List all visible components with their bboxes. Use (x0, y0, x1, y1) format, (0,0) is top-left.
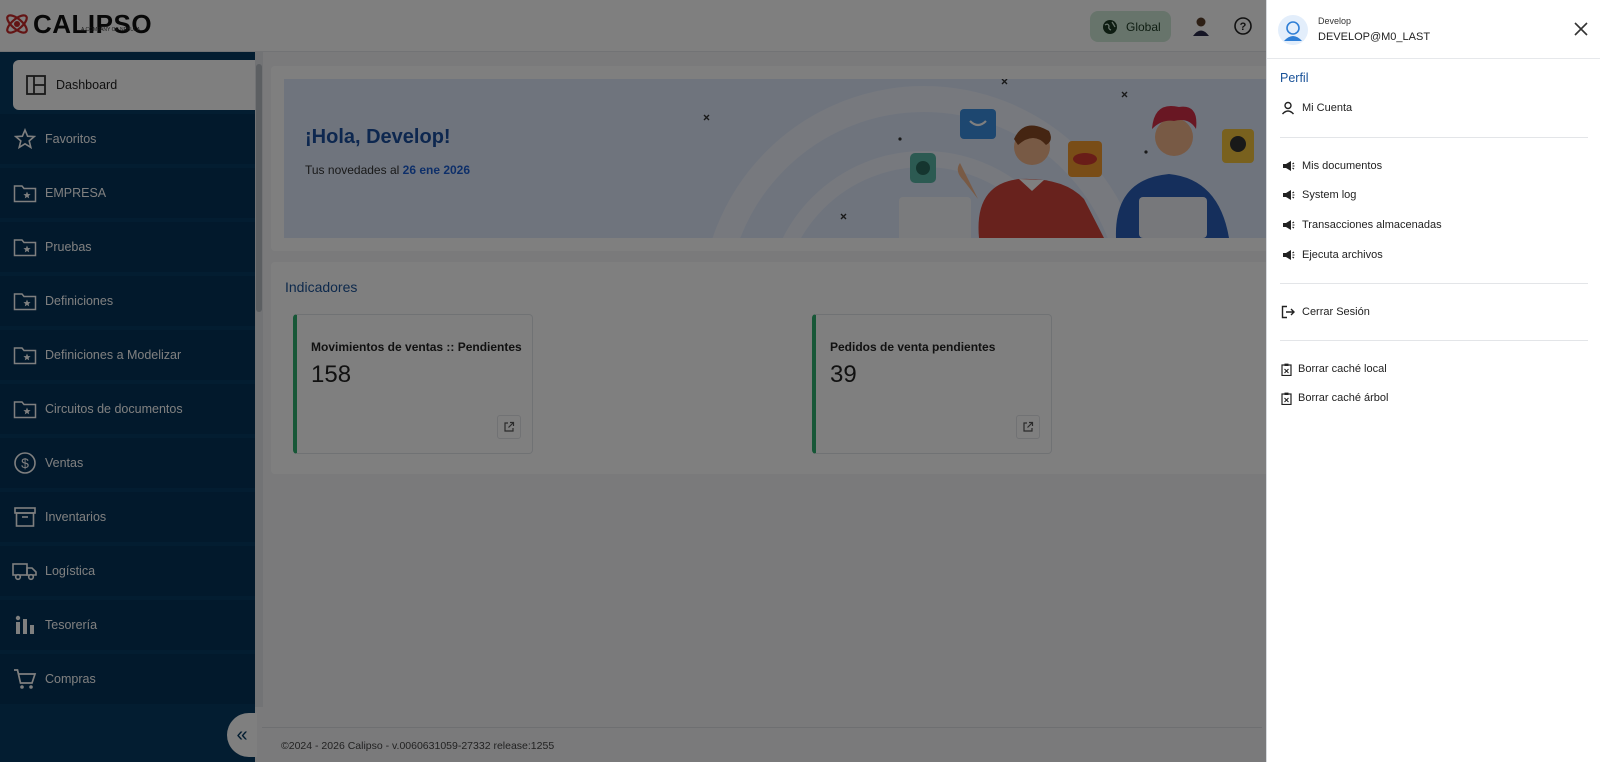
menu-item-label: System log (1302, 189, 1357, 201)
menu-item-transacciones[interactable]: Transacciones almacenadas (1280, 215, 1442, 235)
user-avatar-icon (1278, 15, 1308, 45)
user-drawer: Develop DEVELOP@M0_LAST Perfil Mi Cuenta… (1266, 0, 1600, 762)
person-icon (1280, 100, 1296, 116)
menu-item-label: Borrar caché árbol (1298, 392, 1389, 404)
menu-item-mi-cuenta[interactable]: Mi Cuenta (1280, 98, 1352, 118)
user-name: Develop (1318, 16, 1352, 26)
logout-icon (1280, 304, 1296, 320)
menu-divider (1280, 137, 1588, 138)
menu-item-system-log[interactable]: System log (1280, 185, 1356, 205)
menu-item-borrar-cache-local[interactable]: Borrar caché local (1280, 359, 1387, 379)
menu-item-label: Ejecuta archivos (1302, 249, 1383, 261)
clipboard-x-icon (1280, 390, 1292, 406)
megaphone-icon (1280, 247, 1296, 263)
drawer-header: Develop DEVELOP@M0_LAST (1267, 0, 1600, 59)
menu-item-label: Mi Cuenta (1302, 102, 1353, 114)
section-title-perfil: Perfil (1280, 71, 1309, 85)
user-id: DEVELOP@M0_LAST (1318, 31, 1431, 43)
menu-item-label: Cerrar Sesión (1302, 306, 1370, 318)
megaphone-icon (1280, 217, 1296, 233)
menu-item-label: Borrar caché local (1298, 363, 1387, 375)
menu-item-cerrar-sesion[interactable]: Cerrar Sesión (1280, 302, 1370, 322)
menu-divider (1280, 283, 1588, 284)
menu-divider (1280, 340, 1588, 341)
menu-item-mis-documentos[interactable]: Mis documentos (1280, 156, 1382, 176)
menu-item-borrar-cache-arbol[interactable]: Borrar caché árbol (1280, 388, 1389, 408)
close-icon[interactable] (1571, 19, 1591, 39)
menu-item-ejecuta-archivos[interactable]: Ejecuta archivos (1280, 245, 1383, 265)
menu-item-label: Mis documentos (1302, 160, 1383, 172)
megaphone-icon (1280, 158, 1296, 174)
megaphone-icon (1280, 187, 1296, 203)
menu-item-label: Transacciones almacenadas (1302, 219, 1442, 231)
clipboard-x-icon (1280, 361, 1292, 377)
